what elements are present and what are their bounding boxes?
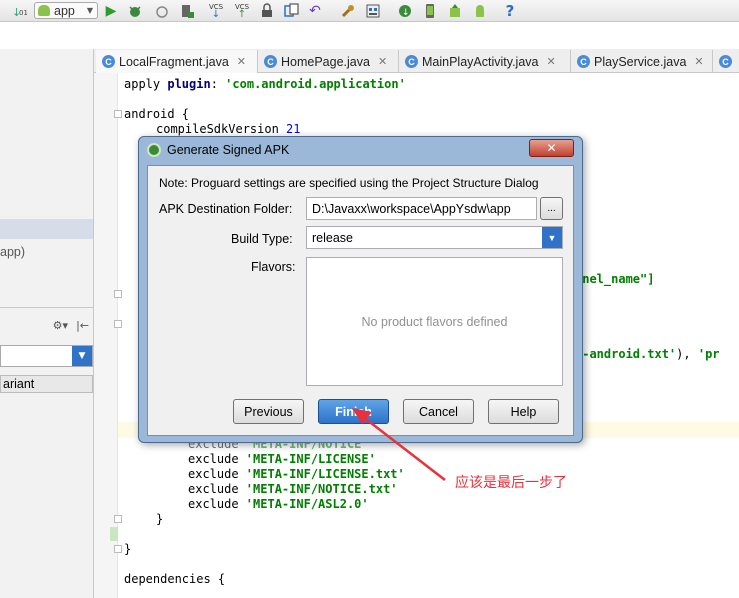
ide-window: ↓01 app ▼ ▶ VCS↓ VCS↑ ↶ ↓ ? ⚙ ÷ ⚙▾ |← [0, 0, 739, 598]
annotation-text: 应该是最后一步了 [455, 475, 567, 491]
annotation-arrow [352, 408, 446, 481]
